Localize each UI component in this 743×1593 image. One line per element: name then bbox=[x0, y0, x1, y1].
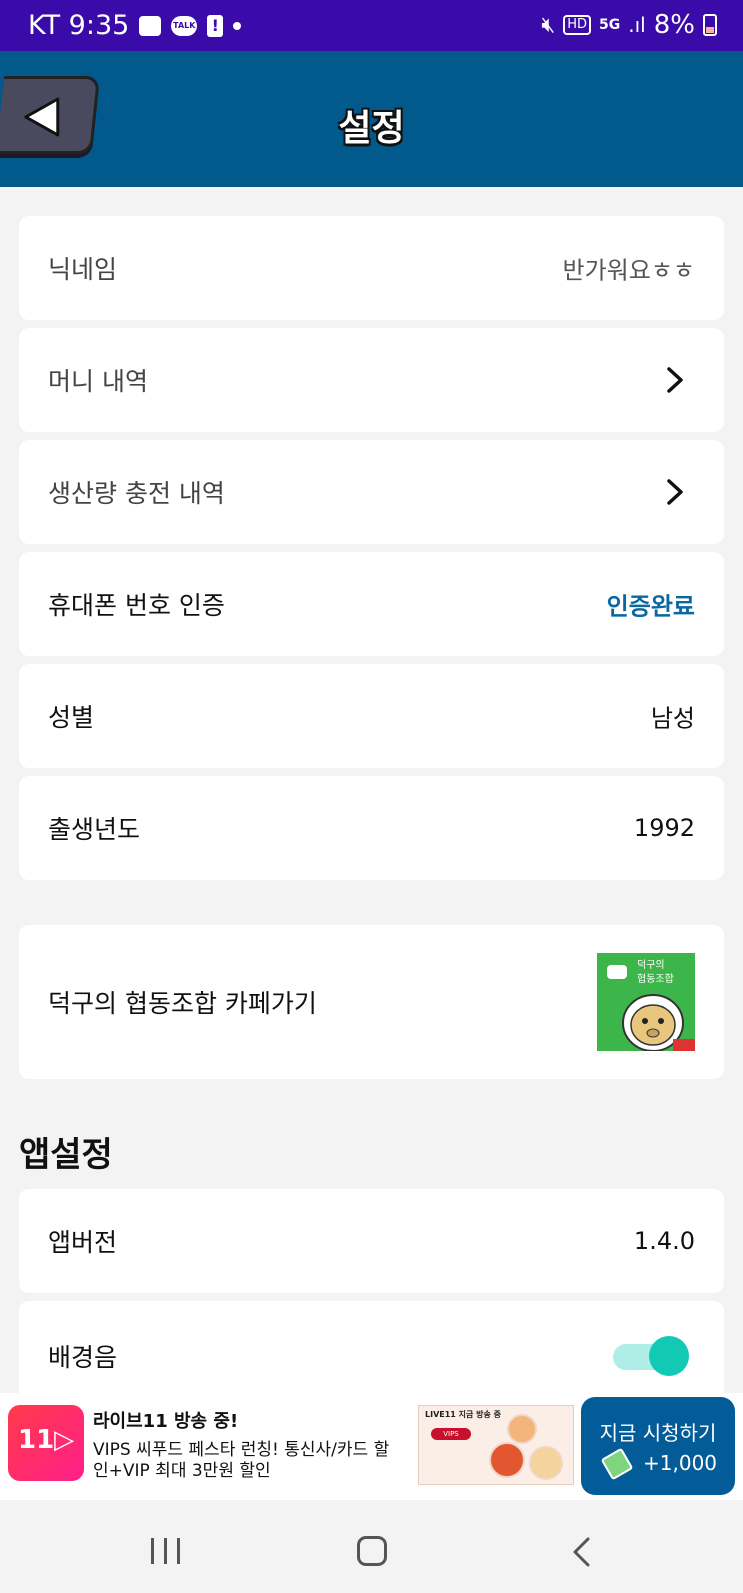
reward-amount: +1,000 bbox=[643, 1451, 718, 1475]
phone-verify-row[interactable]: 휴대폰 번호 인증 인증완료 bbox=[19, 552, 724, 656]
app-header: 설정 bbox=[0, 51, 743, 187]
kakaotalk-icon: TALK bbox=[171, 15, 198, 36]
cafe-thumbnail[interactable]: 덕구의 협동조합 bbox=[597, 953, 695, 1051]
app-version-label: 앱버전 bbox=[48, 1228, 118, 1257]
phone-verify-status: 인증완료 bbox=[606, 592, 695, 621]
page-title: 설정 bbox=[338, 108, 405, 149]
money-history-row[interactable]: 머니 내역 bbox=[19, 328, 724, 432]
cafe-image-text: 덕구의 협동조합 bbox=[637, 959, 674, 987]
toggle-knob bbox=[649, 1336, 689, 1376]
bgm-toggle[interactable] bbox=[613, 1336, 689, 1376]
ad-title: 라이브11 방송 중! bbox=[93, 1411, 239, 1432]
watch-now-button[interactable]: 지금 시청하기 +1,000 bbox=[581, 1397, 735, 1495]
phone-verify-label: 휴대폰 번호 인증 bbox=[48, 591, 225, 620]
system-nav-bar bbox=[0, 1500, 743, 1593]
notification-dot-icon bbox=[233, 21, 242, 30]
nickname-label: 닉네임 bbox=[48, 255, 118, 284]
battery-percent: 8% bbox=[653, 10, 695, 40]
home-icon[interactable] bbox=[357, 1536, 387, 1566]
battery-icon bbox=[703, 14, 717, 36]
bgm-label: 배경음 bbox=[48, 1343, 118, 1372]
ad-thumbnail: LIVE11 지금 방송 중 VIPS bbox=[418, 1405, 574, 1485]
cafe-image-text-line1: 덕구의 bbox=[637, 960, 665, 971]
birth-year-row: 출생년도 1992 bbox=[19, 776, 724, 880]
nickname-row[interactable]: 닉네임 반가워요ㅎㅎ bbox=[19, 216, 724, 320]
chevron-right-icon bbox=[667, 479, 683, 505]
alert-icon: ! bbox=[207, 14, 224, 37]
money-history-label: 머니 내역 bbox=[48, 367, 148, 396]
chevron-right-icon bbox=[667, 367, 683, 393]
gender-row: 성별 남성 bbox=[19, 664, 724, 768]
app-settings-title: 앱설정 bbox=[19, 1135, 113, 1175]
signal-icon: .ıl bbox=[628, 13, 646, 37]
vips-logo: VIPS bbox=[431, 1428, 471, 1440]
11st-logo-icon: 11▷ bbox=[8, 1405, 84, 1481]
hd-icon: HD bbox=[563, 15, 592, 35]
production-history-row[interactable]: 생산량 충전 내역 bbox=[19, 440, 724, 544]
status-bar: KT 9:35 TALK ! 🔇︎ HD 5G .ıl 8% bbox=[0, 0, 743, 51]
carrier-time: KT 9:35 bbox=[28, 10, 130, 41]
cash-icon bbox=[600, 1447, 634, 1481]
birth-year-value: 1992 bbox=[633, 814, 695, 842]
cafe-image-text-line2: 협동조합 bbox=[637, 974, 674, 985]
app-version-row: 앱버전 1.4.0 bbox=[19, 1189, 724, 1293]
back-icon[interactable] bbox=[570, 1536, 592, 1568]
cafe-label: 덕구의 협동조합 카페가기 bbox=[48, 989, 317, 1018]
ad-logo-text: 11▷ bbox=[18, 1425, 75, 1455]
production-history-label: 생산량 충전 내역 bbox=[48, 479, 225, 508]
cafe-row[interactable]: 덕구의 협동조합 카페가기 덕구의 협동조합 bbox=[19, 925, 724, 1079]
ad-banner[interactable]: 11▷ 라이브11 방송 중! VIPS 씨푸드 페스타 런칭! 통신사/카드 … bbox=[0, 1393, 743, 1500]
watch-now-label: 지금 시청하기 bbox=[599, 1421, 717, 1445]
dish-image bbox=[529, 1446, 563, 1480]
recent-apps-icon[interactable] bbox=[151, 1538, 181, 1564]
app-version-value: 1.4.0 bbox=[633, 1227, 695, 1255]
message-icon bbox=[139, 15, 162, 36]
dish-image bbox=[489, 1442, 525, 1478]
mute-icon: 🔇︎ bbox=[541, 12, 556, 38]
ad-description: VIPS 씨푸드 페스타 런칭! 통신사/카드 할인+VIP 최대 3만원 할인 bbox=[93, 1440, 390, 1481]
birth-year-label: 출생년도 bbox=[48, 815, 141, 844]
dish-image bbox=[507, 1414, 537, 1444]
nickname-value: 반가워요ㅎㅎ bbox=[562, 256, 695, 285]
ad-thumb-caption: LIVE11 지금 방송 중 bbox=[425, 1410, 502, 1419]
gender-value: 남성 bbox=[650, 704, 695, 733]
gender-label: 성별 bbox=[48, 703, 95, 732]
network-5g-icon: 5G bbox=[599, 17, 621, 33]
